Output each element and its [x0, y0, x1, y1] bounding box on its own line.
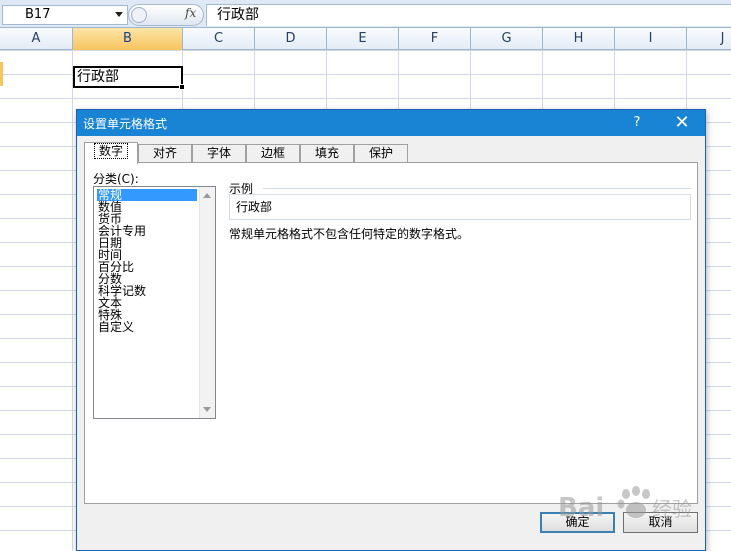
number-tab-panel: 分类(C): 常规 数值 货币 会计专用 日期 时间 百分比 分数 科学记数 文…: [84, 162, 698, 504]
dialog-title-bar[interactable]: 设置单元格格式 ? ✕: [77, 110, 705, 136]
active-cell[interactable]: 行政部: [73, 66, 183, 88]
row-highlight: [0, 62, 3, 86]
formula-bar-controls: fx: [128, 4, 204, 26]
formula-input[interactable]: 行政部: [206, 4, 731, 26]
scroll-down-icon[interactable]: [203, 407, 211, 412]
close-icon[interactable]: ✕: [669, 112, 695, 134]
column-header-b[interactable]: B: [73, 28, 183, 50]
scroll-up-icon[interactable]: [203, 193, 211, 198]
category-item-custom[interactable]: 自定义: [97, 321, 197, 333]
formula-bar: B17 fx 行政部: [0, 0, 731, 28]
sample-preview: 行政部: [229, 194, 691, 220]
chevron-down-icon[interactable]: [115, 12, 123, 17]
watermark-suffix: 经验: [652, 497, 692, 521]
watermark-text: Bai: [558, 493, 604, 523]
fill-handle[interactable]: [179, 84, 185, 90]
column-header-h[interactable]: H: [543, 28, 615, 50]
baidu-paw-icon: Bai 经验: [558, 486, 692, 523]
tab-border[interactable]: 边框: [246, 144, 300, 163]
column-header-g[interactable]: G: [471, 28, 543, 50]
column-header-j[interactable]: J: [687, 28, 731, 50]
column-header-a[interactable]: A: [0, 28, 73, 50]
watermark-logo: Bai 经验: [556, 480, 726, 540]
column-header-d[interactable]: D: [255, 28, 327, 50]
insert-function-icon[interactable]: fx: [185, 6, 196, 20]
category-list[interactable]: 常规 数值 货币 会计专用 日期 时间 百分比 分数 科学记数 文本 特殊 自定…: [93, 186, 216, 419]
help-button[interactable]: ?: [627, 113, 647, 133]
tab-number[interactable]: 数字: [84, 142, 138, 164]
column-headers: A B C D E F G H I J: [0, 28, 731, 50]
column-header-e[interactable]: E: [327, 28, 399, 50]
category-scrollbar[interactable]: [199, 187, 215, 418]
column-header-f[interactable]: F: [399, 28, 471, 50]
dialog-title: 设置单元格格式: [83, 117, 168, 131]
tab-font[interactable]: 字体: [192, 144, 246, 163]
format-description: 常规单元格格式不包含任何特定的数字格式。: [229, 227, 470, 241]
name-box[interactable]: B17: [2, 5, 128, 25]
tab-fill[interactable]: 填充: [300, 144, 354, 163]
expand-handle-icon[interactable]: [131, 7, 147, 23]
tab-alignment[interactable]: 对齐: [138, 144, 192, 163]
column-header-c[interactable]: C: [183, 28, 255, 50]
column-header-i[interactable]: I: [615, 28, 687, 50]
divider: [263, 188, 691, 189]
sample-group: 示例 行政部: [229, 180, 691, 220]
category-label: 分类(C):: [93, 172, 139, 186]
name-box-value: B17: [25, 7, 51, 22]
grid-line: [72, 50, 73, 551]
tab-protection[interactable]: 保护: [354, 144, 408, 163]
